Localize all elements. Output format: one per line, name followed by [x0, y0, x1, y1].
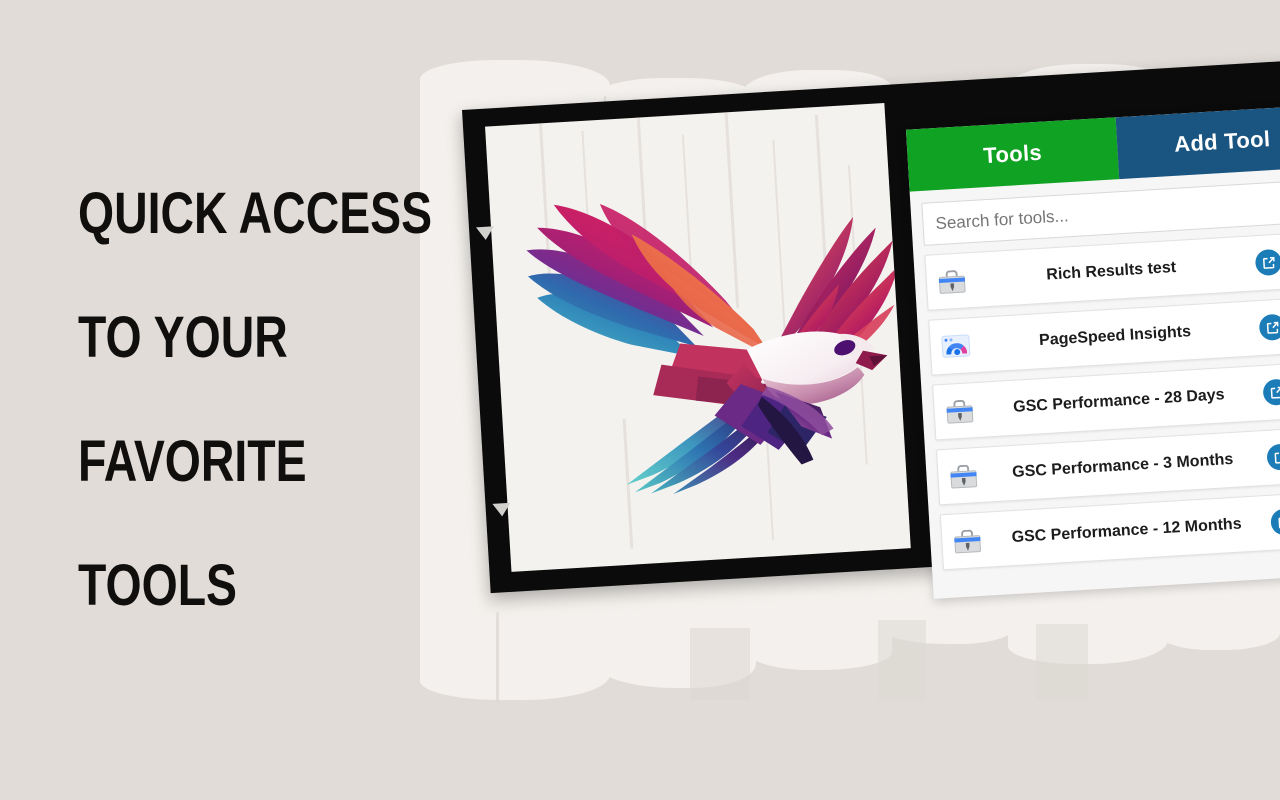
tool-row[interactable]: GSC Performance - 3 Months: [935, 425, 1280, 506]
logo-plate: [485, 102, 911, 572]
texture-streak: [690, 628, 750, 700]
toolbox-icon: [952, 525, 984, 557]
edit-icon[interactable]: [1266, 443, 1280, 471]
black-frame: Tools Add Tool Rich Results test: [462, 60, 1280, 599]
tool-label: GSC Performance - 3 Months: [1011, 450, 1234, 481]
texture-streak: [496, 612, 499, 702]
pagespeed-icon: [940, 330, 972, 362]
tool-row[interactable]: Rich Results test: [924, 231, 1280, 311]
tab-add-tool[interactable]: Add Tool: [1115, 104, 1280, 180]
tool-row[interactable]: GSC Performance - 28 Days: [932, 360, 1280, 441]
tab-tools[interactable]: Tools: [905, 117, 1120, 192]
tool-label: GSC Performance - 12 Months: [1011, 515, 1243, 547]
tool-row[interactable]: PageSpeed Insights: [928, 296, 1280, 376]
eagle-logo-icon: [526, 203, 899, 495]
edit-icon[interactable]: [1270, 508, 1280, 536]
headline-line-2: To Your: [78, 305, 288, 370]
row-actions: [1270, 506, 1280, 536]
headline-line-3: Favorite: [78, 429, 307, 494]
panel-body: Rich Results test: [910, 167, 1280, 571]
tools-panel: Tools Add Tool Rich Results test: [905, 104, 1280, 599]
texture-streak: [878, 620, 926, 700]
triangle-handle-bottom-icon[interactable]: [492, 502, 512, 517]
tool-row[interactable]: GSC Performance - 12 Months: [939, 490, 1280, 571]
headline: Quick Access To Your Favorite Tools: [78, 152, 438, 648]
headline-line-1: Quick Access: [78, 181, 433, 246]
edit-icon[interactable]: [1262, 378, 1280, 406]
row-actions: [1258, 312, 1280, 342]
row-actions: [1266, 442, 1280, 471]
toolbox-icon: [936, 265, 968, 297]
texture-streak: [1036, 624, 1088, 700]
tool-label: PageSpeed Insights: [1038, 323, 1192, 350]
tool-label: GSC Performance - 28 Days: [1012, 386, 1226, 416]
tool-list: Rich Results test PageSpeed Insights GSC…: [924, 231, 1280, 571]
row-actions: [1254, 247, 1280, 277]
tool-label: Rich Results test: [1045, 258, 1177, 284]
headline-line-4: Tools: [78, 553, 237, 618]
edit-icon[interactable]: [1258, 313, 1280, 342]
screenshot-mockup: Tools Add Tool Rich Results test: [452, 60, 1280, 611]
toolbox-icon: [944, 395, 976, 427]
edit-icon[interactable]: [1254, 248, 1280, 277]
row-actions: [1262, 377, 1280, 406]
triangle-handle-top-icon[interactable]: [475, 226, 495, 241]
toolbox-icon: [948, 460, 980, 492]
